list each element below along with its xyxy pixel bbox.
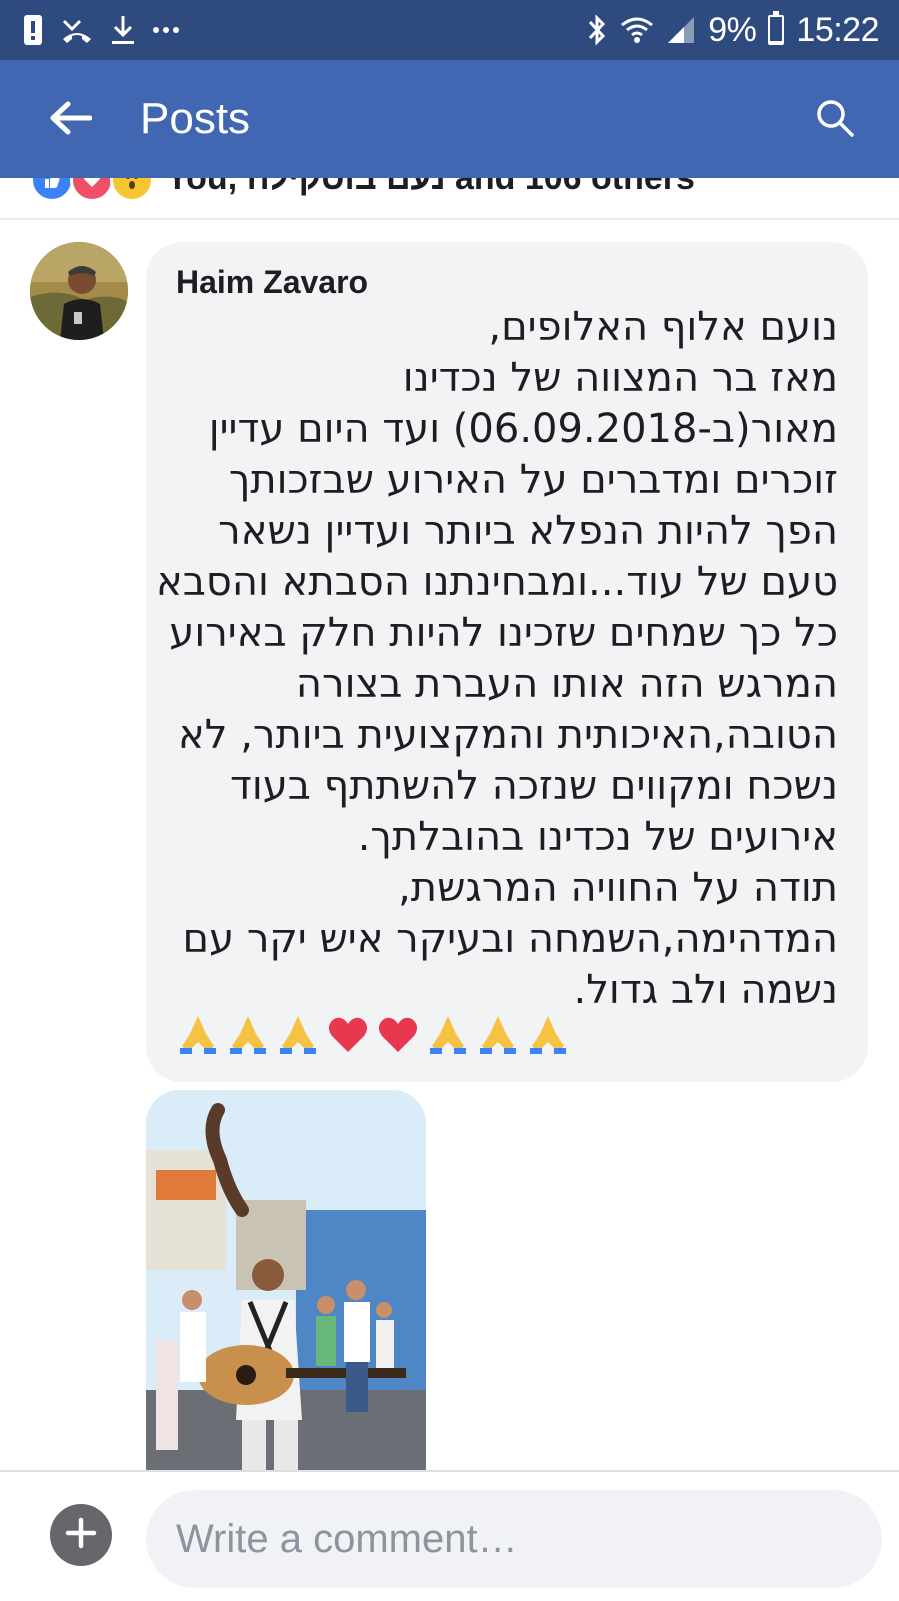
heart-icon	[376, 1012, 420, 1056]
comment-line: נועם אלוף האלופים,	[488, 304, 838, 350]
battery-icon	[768, 11, 785, 45]
arrow-left-icon	[48, 100, 93, 141]
alert-icon	[22, 13, 44, 47]
back-button[interactable]	[40, 90, 100, 150]
battery-percent: 9%	[708, 10, 757, 49]
folded-hands-icon	[526, 1012, 570, 1056]
clock: 15:22	[796, 10, 879, 49]
comment-line: אירועים של נכדינו בהובלתך.	[357, 814, 838, 860]
comment-line: תודה על החוויה המרגשת,	[398, 865, 838, 911]
comment-line: הפך להיות הנפלא ביותר ועדיין נשאר	[218, 508, 838, 554]
comment-line: הטובה,האיכותית והמקצועית ביותר, לא	[178, 712, 838, 758]
comment-line: מאז בר המצווה של נכדינו	[402, 355, 838, 401]
comment-line: המרגש הזה אותו העברת בצורה	[295, 661, 838, 707]
folded-hands-icon	[276, 1012, 320, 1056]
comment-composer	[0, 1470, 899, 1601]
search-button[interactable]	[807, 92, 863, 148]
comment-bubble[interactable]: Haim Zavaro נועם אלוף האלופים, מאז בר המ…	[146, 242, 868, 1082]
page-title: Posts	[140, 94, 251, 143]
comment-line: נשכח ומקווים שנזכה להשתתף בעוד	[230, 763, 838, 809]
battery-level	[770, 40, 783, 43]
plus-icon	[64, 1516, 98, 1555]
comment-author[interactable]: Haim Zavaro	[176, 264, 368, 301]
status-right-icons: 9% 15:22	[586, 6, 879, 54]
wow-icon	[110, 178, 154, 202]
comment-input[interactable]	[146, 1490, 882, 1588]
like-icon	[30, 178, 74, 202]
love-icon	[70, 178, 114, 202]
folded-hands-icon	[476, 1012, 520, 1056]
comment-line: טעם של עוד...ומבחינתנו הסבתא והסבא	[156, 559, 838, 605]
emoji-row	[176, 1012, 570, 1056]
app-bar: Posts	[0, 60, 899, 178]
reactions-text: You, נעם בוסקילה and 106 others	[166, 178, 695, 198]
download-icon	[110, 14, 136, 46]
bluetooth-icon	[586, 13, 608, 47]
folded-hands-icon	[426, 1012, 470, 1056]
comment-line: המדהימה,השמחה ובעיקר איש יקר עם	[182, 916, 838, 962]
comment-line: זוכרים ומדברים על האירוע שבזכותך	[228, 457, 838, 503]
more-notifications-icon	[152, 25, 180, 35]
folded-hands-icon	[176, 1012, 220, 1056]
comment-line: מאור(ב-06.09.2018) ועד היום עדיין	[208, 406, 838, 452]
avatar[interactable]	[30, 242, 128, 340]
missed-call-icon	[60, 15, 94, 45]
signal-icon	[666, 15, 696, 45]
folded-hands-icon	[226, 1012, 270, 1056]
wifi-icon	[620, 15, 654, 45]
reactions-summary[interactable]: You, נעם בוסקילה and 106 others	[0, 178, 899, 220]
comment-line: נשמה ולב גדול.	[573, 967, 838, 1013]
heart-icon	[326, 1012, 370, 1056]
search-icon	[815, 98, 855, 143]
comment-line: כל כך שמחים שזכינו להיות חלק באירוע	[169, 610, 838, 656]
comment-text: נועם אלוף האלופים, מאז בר המצווה של נכדי…	[156, 302, 838, 1016]
add-attachment-button[interactable]	[50, 1504, 112, 1566]
reaction-icons	[30, 178, 154, 202]
status-left-icons	[22, 10, 180, 50]
status-bar: 9% 15:22	[0, 0, 899, 60]
comment-photo[interactable]	[146, 1090, 426, 1470]
